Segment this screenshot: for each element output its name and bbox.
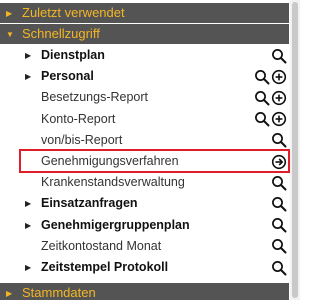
search-icon[interactable] <box>271 196 287 212</box>
caret-right-icon: ▶ <box>6 8 13 18</box>
menu-item-genehmigungsverfahren[interactable]: Genehmigungsverfahren <box>0 151 289 172</box>
menu-item-label: Konto-Report <box>41 111 116 126</box>
expand-arrow-icon[interactable]: ▶ <box>25 45 31 66</box>
add-icon[interactable] <box>271 69 287 85</box>
caret-down-icon: ▼ <box>6 29 14 39</box>
search-icon[interactable] <box>271 260 287 276</box>
section-header-zuletzt-verwendet[interactable]: ▶ Zuletzt verwendet <box>0 3 289 23</box>
menu-item-actions <box>271 217 287 234</box>
menu-item-label: Genehmigungsverfahren <box>41 154 179 168</box>
menu-item-von-bis-report[interactable]: von/bis-Report <box>0 130 289 151</box>
search-icon[interactable] <box>254 90 270 106</box>
menu-item-personal[interactable]: ▶ Personal <box>0 66 289 87</box>
menu-item-konto-report[interactable]: Konto-Report <box>0 109 289 130</box>
section-label: Schnellzugriff <box>22 26 100 41</box>
search-icon[interactable] <box>271 217 287 233</box>
menu-item-actions <box>254 89 287 106</box>
menu-item-besetzungs-report[interactable]: Besetzungs-Report <box>0 87 289 108</box>
menu-item-actions <box>271 259 287 276</box>
search-icon[interactable] <box>271 48 287 64</box>
menu-item-zeitstempel-protokoll[interactable]: ▶ Zeitstempel Protokoll <box>0 257 289 278</box>
caret-right-icon: ▶ <box>6 288 13 298</box>
menu-item-label: Dienstplan <box>41 48 105 62</box>
section-label: Zuletzt verwendet <box>22 5 125 20</box>
menu-item-label: Zeitstempel Protokoll <box>41 260 169 274</box>
menu-item-actions <box>271 195 287 212</box>
section-header-stammdaten[interactable]: ▶ Stammdaten <box>0 283 289 300</box>
search-icon[interactable] <box>254 69 270 85</box>
search-icon[interactable] <box>271 238 287 254</box>
menu-item-label: Krankenstandsverwaltung <box>41 175 185 190</box>
section-header-schnellzugriff[interactable]: ▼ Schnellzugriff <box>0 24 289 44</box>
section-label: Stammdaten <box>22 285 96 300</box>
menu-item-actions <box>271 238 287 255</box>
search-icon[interactable] <box>271 175 287 191</box>
add-icon[interactable] <box>271 111 287 127</box>
scrollbar[interactable] <box>290 0 300 300</box>
menu-item-actions <box>271 47 287 64</box>
menu-item-actions <box>254 68 287 85</box>
add-icon[interactable] <box>271 90 287 106</box>
expand-arrow-icon[interactable]: ▶ <box>25 257 31 278</box>
menu-item-dienstplan[interactable]: ▶ Dienstplan <box>0 45 289 66</box>
navigation-panel: ▶ Zuletzt verwendet ▼ Schnellzugriff ▶ Di… <box>0 0 300 300</box>
menu-item-label: Genehmigergruppenplan <box>41 217 190 232</box>
menu-item-actions <box>254 111 287 128</box>
menu-item-label: Personal <box>41 69 94 84</box>
scrollbar-thumb[interactable] <box>292 2 298 298</box>
menu-item-zeitkontostand-monat[interactable]: Zeitkontostand Monat <box>0 236 289 257</box>
menu-item-genehmigergruppenplan[interactable]: ▶ Genehmigergruppenplan <box>0 215 289 236</box>
menu-item-actions <box>271 174 287 191</box>
menu-item-einsatzanfragen[interactable]: ▶ Einsatzanfragen <box>0 193 289 214</box>
search-icon[interactable] <box>271 132 287 148</box>
menu-item-label: von/bis-Report <box>41 132 123 147</box>
menu-item-label: Zeitkontostand Monat <box>41 238 162 253</box>
expand-arrow-icon[interactable]: ▶ <box>25 66 31 87</box>
arrow-right-circle-icon[interactable] <box>271 154 287 170</box>
menu-item-krankenstandsverwaltung[interactable]: Krankenstandsverwaltung <box>0 172 289 193</box>
expand-arrow-icon[interactable]: ▶ <box>25 193 31 214</box>
menu-item-actions <box>271 153 287 170</box>
menu-item-actions <box>271 132 287 149</box>
expand-arrow-icon[interactable]: ▶ <box>25 215 31 236</box>
menu-item-label: Einsatzanfragen <box>41 196 138 211</box>
search-icon[interactable] <box>254 111 270 127</box>
menu-item-label: Besetzungs-Report <box>41 90 149 105</box>
